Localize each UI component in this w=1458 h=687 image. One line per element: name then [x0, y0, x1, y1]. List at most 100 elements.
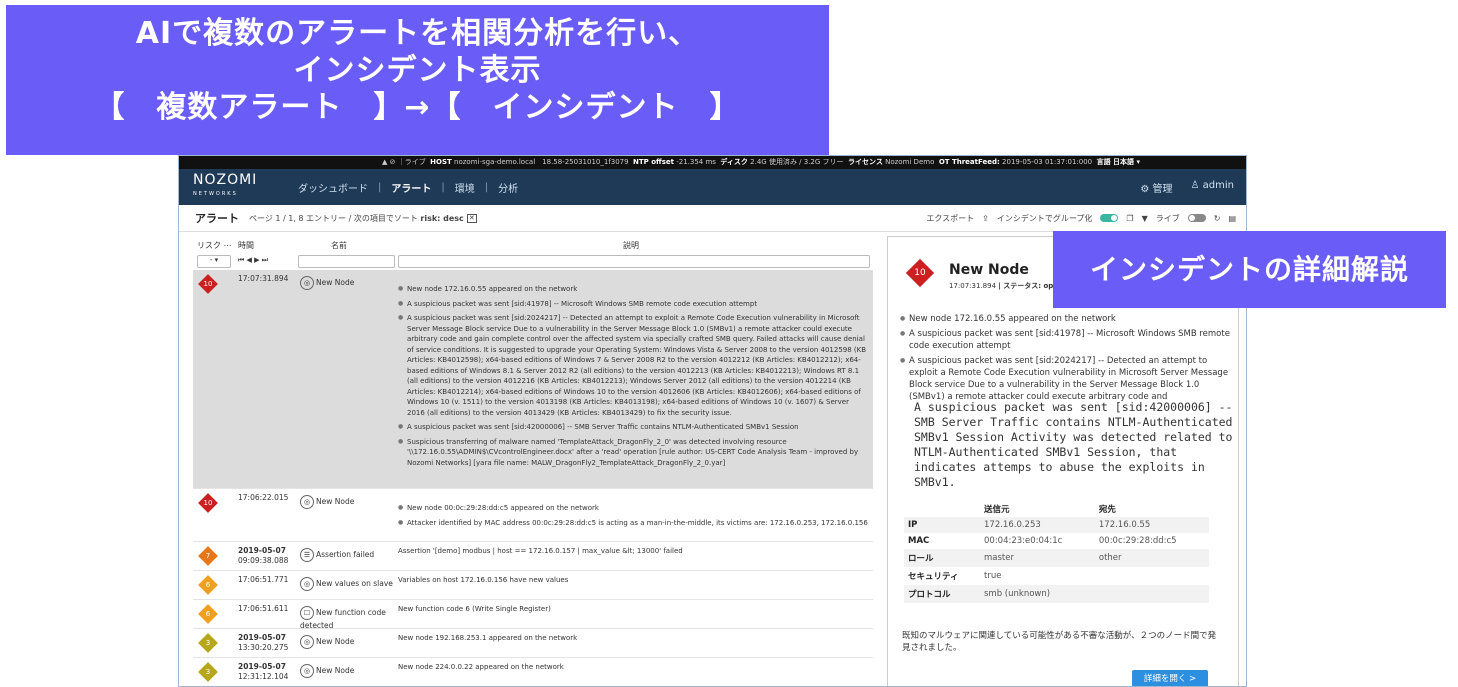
eye-icon: ◎: [300, 635, 314, 649]
row-dst: [1095, 567, 1209, 585]
nav-alerts[interactable]: アラート: [391, 180, 431, 195]
alert-description: Assertion '[demo] modbus | host == 172.1…: [398, 546, 868, 561]
live-toggle[interactable]: [1187, 214, 1206, 222]
description-line: New node 172.16.0.55 appeared on the net…: [398, 284, 868, 295]
filter-row: - ▾ ⏮ ◀ ▶ ⏭: [193, 254, 873, 270]
risk-value: 10: [203, 499, 213, 507]
desc-filter-input[interactable]: [398, 255, 870, 268]
table-header-blank: [904, 501, 980, 517]
table-row[interactable]: 6 17:06:51.611 ☐ New function code detected…: [193, 600, 873, 630]
list-header: リスク ⋯ 時間 名前 説明: [193, 236, 873, 254]
row-src: master: [980, 549, 1095, 567]
refresh-icon[interactable]: ↻: [1214, 214, 1221, 223]
square-icon: ☐: [300, 606, 314, 620]
columns-icon[interactable]: ▤: [1228, 214, 1236, 223]
risk-badge: 10: [198, 274, 218, 294]
nav-analysis[interactable]: 分析: [498, 180, 518, 195]
logo-subtext: NETWORKS: [193, 191, 238, 197]
row-dst: 00:0c:29:28:dd:c5: [1098, 536, 1177, 546]
incident-time: 17:07:31.894: [949, 282, 997, 290]
live-indicator[interactable]: ▲ ⊘ ｜ライブ: [382, 158, 426, 166]
host-value: nozomi-sga-demo.local 18.58-25031010_1f3…: [454, 158, 629, 166]
alert-rows: 1017:07:31.894◎New NodeNew node 172.16.0…: [193, 270, 873, 686]
threatfeed-value: 2019-05-03 01:37:01:000: [1002, 158, 1093, 166]
description-line: New node 224.0.0.22 appeared on the netw…: [398, 663, 564, 671]
risk-badge: 6: [198, 604, 218, 624]
row-key: ロール: [904, 549, 980, 567]
name-filter-input[interactable]: [298, 255, 395, 268]
nav-dashboard[interactable]: ダッシュボード: [298, 180, 368, 195]
alert-name: ◎ New Node: [300, 635, 395, 649]
alert-date: 2019-05-07: [238, 633, 286, 642]
table-row[interactable]: 3 2019-05-07 12:31:12.104 ◎ New Node New node…: [193, 658, 873, 686]
table-row[interactable]: 3 2019-05-07 13:30:20.275 ◎ New Node New node…: [193, 629, 873, 658]
nav-divider: |: [484, 181, 489, 193]
alert-description: New node 192.168.253.1 appeared on the n…: [398, 633, 868, 648]
incident-detail-callout: インシデントの詳細解説: [1053, 231, 1446, 308]
logo-text: NOZOMI: [193, 172, 258, 188]
alert-name-text: New Node: [316, 278, 355, 287]
row-src: 00:04:23:e0:04:1c: [984, 536, 1063, 546]
row-src: true: [984, 571, 1002, 581]
description-line: New node 00:0c:29:28:dd:c5 appeared on t…: [398, 503, 868, 514]
title-banner: AIで複数のアラートを相関分析を行い、 インシデント表示 【 複数アラート 】→…: [6, 5, 829, 155]
row-key: セキュリティ: [908, 572, 959, 582]
export-icon[interactable]: ⇪: [982, 214, 989, 223]
paging-info: ページ 1 / 1, 8 エントリー / 次の項目でソート: [249, 213, 418, 223]
incident-events: New node 172.16.0.55 appeared on the net…: [900, 313, 1232, 406]
table-row: セキュリティ true: [904, 567, 1209, 585]
user-menu[interactable]: ♙ admin: [1191, 180, 1234, 195]
description-line: Variables on host 172.16.0.156 have new …: [398, 576, 569, 584]
alert-time: 2019-05-07 13:30:20.275: [238, 633, 288, 653]
main-nav: NOZOMI NETWORKS ダッシュボード | アラート | 環境 | 分析…: [179, 169, 1246, 205]
group-by-incident-toggle[interactable]: [1100, 214, 1119, 222]
row-dst: 172.16.0.55: [1094, 517, 1209, 533]
group-label: インシデントでグループ化: [996, 213, 1093, 223]
nav-environment[interactable]: 環境: [455, 180, 475, 195]
alert-name-text: Assertion failed: [316, 550, 375, 559]
alert-description: Variables on host 172.16.0.156 have new …: [398, 575, 868, 590]
status-strip: ▲ ⊘ ｜ライブ HOST nozomi-sga-demo.local 18.5…: [179, 156, 1246, 169]
risk-filter-select[interactable]: - ▾: [197, 255, 231, 268]
row-key: MAC: [908, 536, 930, 546]
close-icon[interactable]: ✕: [466, 213, 477, 223]
admin-menu[interactable]: ⚙ 管理: [1140, 180, 1172, 195]
sort-chip: risk: desc: [420, 213, 464, 223]
destination-header: 宛先: [1098, 505, 1116, 515]
nozomi-logo[interactable]: NOZOMI NETWORKS: [179, 173, 288, 201]
incident-title: New Node: [949, 262, 1029, 278]
banner-line-1: AIで複数のアラートを相関分析を行い、: [135, 16, 700, 51]
col-desc[interactable]: 説明: [623, 240, 639, 251]
col-time[interactable]: 時間: [238, 240, 254, 251]
alert-time: 17:07:31.894: [238, 274, 288, 284]
table-row[interactable]: 6 17:06:51.771 ◎ New values on slave Variabl…: [193, 571, 873, 600]
incident-note: 既知のマルウェアに関連している可能性がある不審な活動が、２つのノード間で発見され…: [902, 631, 1217, 653]
alert-time-value: 17:06:51.611: [238, 604, 289, 613]
alert-time: 17:06:22.015: [238, 493, 288, 503]
pager-controls[interactable]: ⏮ ◀ ▶ ⏭: [238, 256, 268, 265]
table-row[interactable]: 1017:06:22.015◎New NodeNew node 00:0c:29…: [193, 489, 873, 542]
alert-date: 2019-05-07: [238, 662, 286, 671]
endpoint-table: 送信元 宛先 IP 172.16.0.253 172.16.0.55 MAC 0…: [904, 501, 1209, 603]
copy-icon[interactable]: ❐: [1126, 214, 1133, 223]
disk-label: ディスク: [720, 158, 748, 166]
row-src: 172.16.0.253: [980, 517, 1095, 533]
license-value: Nozomi Demo: [885, 158, 935, 166]
table-row[interactable]: 10 17:07:31.894 ◎New NodeNew node 172.16.0…: [193, 270, 873, 489]
risk-value: 10: [203, 280, 213, 288]
col-risk[interactable]: リスク ⋯: [197, 240, 232, 251]
description-line: A suspicious packet was sent [sid:41978]…: [398, 299, 868, 310]
table-row[interactable]: 7 2019-05-07 09:09:38.088 ☰ Assertion failed…: [193, 542, 873, 571]
alert-description: New node 224.0.0.22 appeared on the netw…: [398, 662, 868, 677]
alert-name: ◎ New Node: [300, 276, 395, 290]
alert-name-text: New Node: [316, 637, 355, 646]
export-button[interactable]: エクスポート: [926, 213, 974, 224]
filter-icon[interactable]: ▼: [1142, 214, 1148, 223]
table-row: プロトコル smb (unknown): [904, 585, 1209, 603]
col-name[interactable]: 名前: [331, 240, 347, 251]
alert-description: New node 172.16.0.55 appeared on the net…: [398, 284, 868, 472]
risk-value: 3: [205, 668, 211, 676]
open-details-button[interactable]: 詳細を開く >: [1132, 670, 1208, 686]
description-line: Assertion '[demo] modbus | host == 172.1…: [398, 547, 683, 555]
language-selector[interactable]: 言語 日本語 ▾: [1097, 158, 1140, 166]
